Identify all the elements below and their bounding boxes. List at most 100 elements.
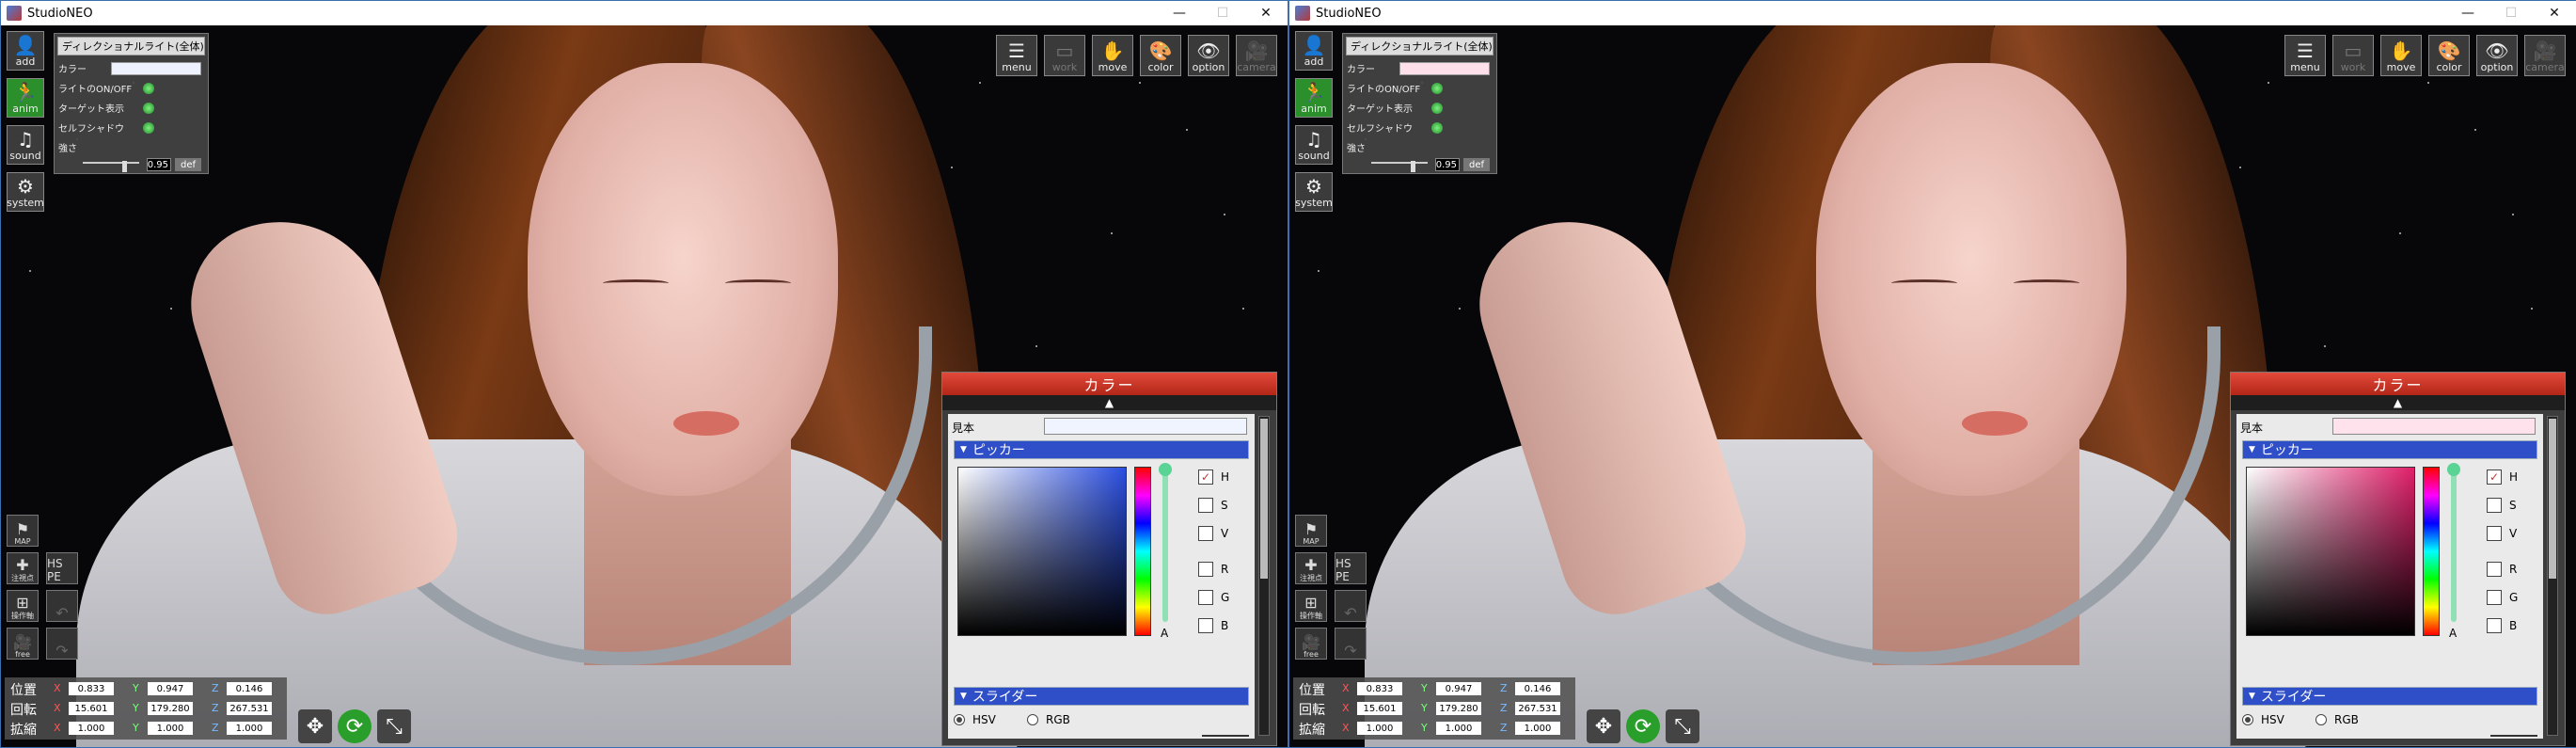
rgb-radio[interactable]: RGB: [2315, 713, 2359, 726]
x-value-field[interactable]: 0.833: [69, 682, 114, 695]
hsv-radio[interactable]: HSV: [2242, 713, 2284, 726]
tool-option-button[interactable]: 👁 option: [1188, 35, 1229, 76]
saturation-value-picker[interactable]: [2246, 467, 2415, 636]
strength-slider-knob[interactable]: [122, 161, 127, 172]
tool-work-button[interactable]: ▭ work: [1044, 35, 1085, 76]
close-button[interactable]: ✕: [2533, 1, 2576, 25]
rotate-gizmo-button[interactable]: ⟳: [1626, 709, 1660, 743]
axis-button[interactable]: ⊞ 操作軸: [1295, 590, 1327, 622]
scrollbar-thumb[interactable]: [1260, 419, 1268, 579]
slider-section-header[interactable]: ▼ スライダー: [2242, 687, 2537, 706]
color-panel-title[interactable]: カラー: [942, 373, 1276, 395]
x-value-field[interactable]: 1.000: [69, 722, 114, 735]
x-value-field[interactable]: 15.601: [69, 702, 114, 715]
radio-unselected[interactable]: [1027, 714, 1038, 725]
channel-option-r[interactable]: R: [1198, 561, 1228, 578]
y-value-field[interactable]: 1.000: [148, 722, 193, 735]
hspe-button[interactable]: HS PE: [1335, 552, 1367, 584]
radio-selected[interactable]: [2242, 714, 2253, 725]
checkbox[interactable]: [1198, 562, 1213, 577]
tool-anim-button[interactable]: 🏃 anim: [7, 78, 44, 118]
checkbox[interactable]: [2487, 526, 2502, 541]
tool-color-button[interactable]: 🎨 color: [1140, 35, 1181, 76]
redo-button[interactable]: ↷: [46, 628, 78, 660]
tool-work-button[interactable]: ▭ work: [2332, 35, 2374, 76]
x-value-field[interactable]: 0.833: [1357, 682, 1402, 695]
x-value-field[interactable]: 1.000: [1357, 722, 1402, 735]
tool-menu-button[interactable]: ☰ menu: [2284, 35, 2326, 76]
tool-menu-button[interactable]: ☰ menu: [996, 35, 1037, 76]
strength-slider-knob[interactable]: [1411, 161, 1415, 172]
strength-default-button[interactable]: def: [1463, 158, 1490, 171]
scrollbar-thumb[interactable]: [2549, 419, 2556, 579]
close-button[interactable]: ✕: [1244, 1, 1288, 25]
rotate-gizmo-button[interactable]: ⟳: [338, 709, 371, 743]
z-value-field[interactable]: 1.000: [1515, 722, 1560, 735]
checkbox[interactable]: [2487, 498, 2502, 513]
z-value-field[interactable]: 0.146: [1515, 682, 1560, 695]
y-value-field[interactable]: 0.947: [148, 682, 193, 695]
tool-anim-button[interactable]: 🏃 anim: [1295, 78, 1333, 118]
z-value-field[interactable]: 1.000: [227, 722, 272, 735]
y-value-field[interactable]: 0.947: [1436, 682, 1481, 695]
3d-viewport[interactable]: 👤 add 🏃 anim ♫ sound ⚙ system ディレクショナルライ…: [1289, 25, 2576, 747]
camera-mode-button[interactable]: 🎥 free: [7, 628, 39, 660]
strength-slider[interactable]: [83, 161, 139, 172]
tool-option-button[interactable]: 👁 option: [2476, 35, 2518, 76]
channel-option-h[interactable]: ✓ H: [2487, 469, 2518, 485]
undo-button[interactable]: ↶: [46, 590, 78, 622]
toggle-on-icon[interactable]: [143, 121, 154, 134]
alpha-slider-knob[interactable]: [1159, 463, 1172, 476]
channel-option-s[interactable]: S: [1198, 497, 1228, 514]
tool-add-button[interactable]: 👤 add: [1295, 31, 1333, 71]
tool-move-button[interactable]: ✋ move: [1092, 35, 1133, 76]
strength-default-button[interactable]: def: [175, 158, 201, 171]
collapse-up-icon[interactable]: ▲: [2231, 395, 2565, 410]
map-button[interactable]: ⚑ MAP: [1295, 515, 1327, 547]
z-value-field[interactable]: 267.531: [1515, 702, 1560, 715]
channel-option-h[interactable]: ✓ H: [1198, 469, 1229, 485]
tool-add-button[interactable]: 👤 add: [7, 31, 44, 71]
color-panel-scrollbar[interactable]: [2547, 416, 2558, 736]
tool-camera-button[interactable]: 🎥 camera: [1236, 35, 1277, 76]
tool-sound-button[interactable]: ♫ sound: [1295, 125, 1333, 165]
channel-option-b[interactable]: B: [2487, 617, 2517, 634]
checkbox[interactable]: [1198, 590, 1213, 605]
channel-option-s[interactable]: S: [2487, 497, 2517, 514]
collapse-up-icon[interactable]: ▲: [942, 395, 1276, 410]
picker-section-header[interactable]: ▼ ピッカー: [2242, 440, 2537, 459]
alpha-slider[interactable]: [2447, 463, 2460, 622]
light-color-swatch[interactable]: [1399, 61, 1490, 75]
checkbox[interactable]: ✓: [2487, 469, 2502, 485]
toggle-on-icon[interactable]: [1431, 82, 1443, 94]
scale-gizmo-button[interactable]: ⤡: [1666, 709, 1699, 743]
checkbox[interactable]: [2487, 618, 2502, 633]
maximize-button[interactable]: ☐: [1201, 1, 1244, 25]
channel-option-v[interactable]: V: [2487, 525, 2517, 542]
alpha-slider-knob[interactable]: [2447, 463, 2460, 476]
camera-mode-button[interactable]: 🎥 free: [1295, 628, 1327, 660]
checkbox[interactable]: [1198, 618, 1213, 633]
light-color-swatch[interactable]: [111, 61, 201, 75]
axis-button[interactable]: ⊞ 操作軸: [7, 590, 39, 622]
toggle-on-icon[interactable]: [143, 102, 154, 114]
tool-color-button[interactable]: 🎨 color: [2428, 35, 2470, 76]
minimize-button[interactable]: —: [2446, 1, 2489, 25]
strength-slider[interactable]: [1371, 161, 1428, 172]
toggle-on-icon[interactable]: [1431, 102, 1443, 114]
3d-viewport[interactable]: 👤 add 🏃 anim ♫ sound ⚙ system ディレクショナルライ…: [1, 25, 1288, 747]
z-value-field[interactable]: 0.146: [227, 682, 272, 695]
channel-option-b[interactable]: B: [1198, 617, 1228, 634]
hspe-button[interactable]: HS PE: [46, 552, 78, 584]
channel-option-g[interactable]: G: [1198, 589, 1229, 606]
tool-system-button[interactable]: ⚙ system: [7, 172, 44, 212]
scale-gizmo-button[interactable]: ⤡: [377, 709, 411, 743]
toggle-on-icon[interactable]: [143, 82, 154, 94]
hue-slider[interactable]: [1134, 467, 1151, 636]
color-panel-title[interactable]: カラー: [2231, 373, 2565, 395]
saturation-value-picker[interactable]: [957, 467, 1127, 636]
tool-move-button[interactable]: ✋ move: [2380, 35, 2422, 76]
minimize-button[interactable]: —: [1158, 1, 1201, 25]
checkbox[interactable]: [2487, 590, 2502, 605]
radio-unselected[interactable]: [2315, 714, 2327, 725]
